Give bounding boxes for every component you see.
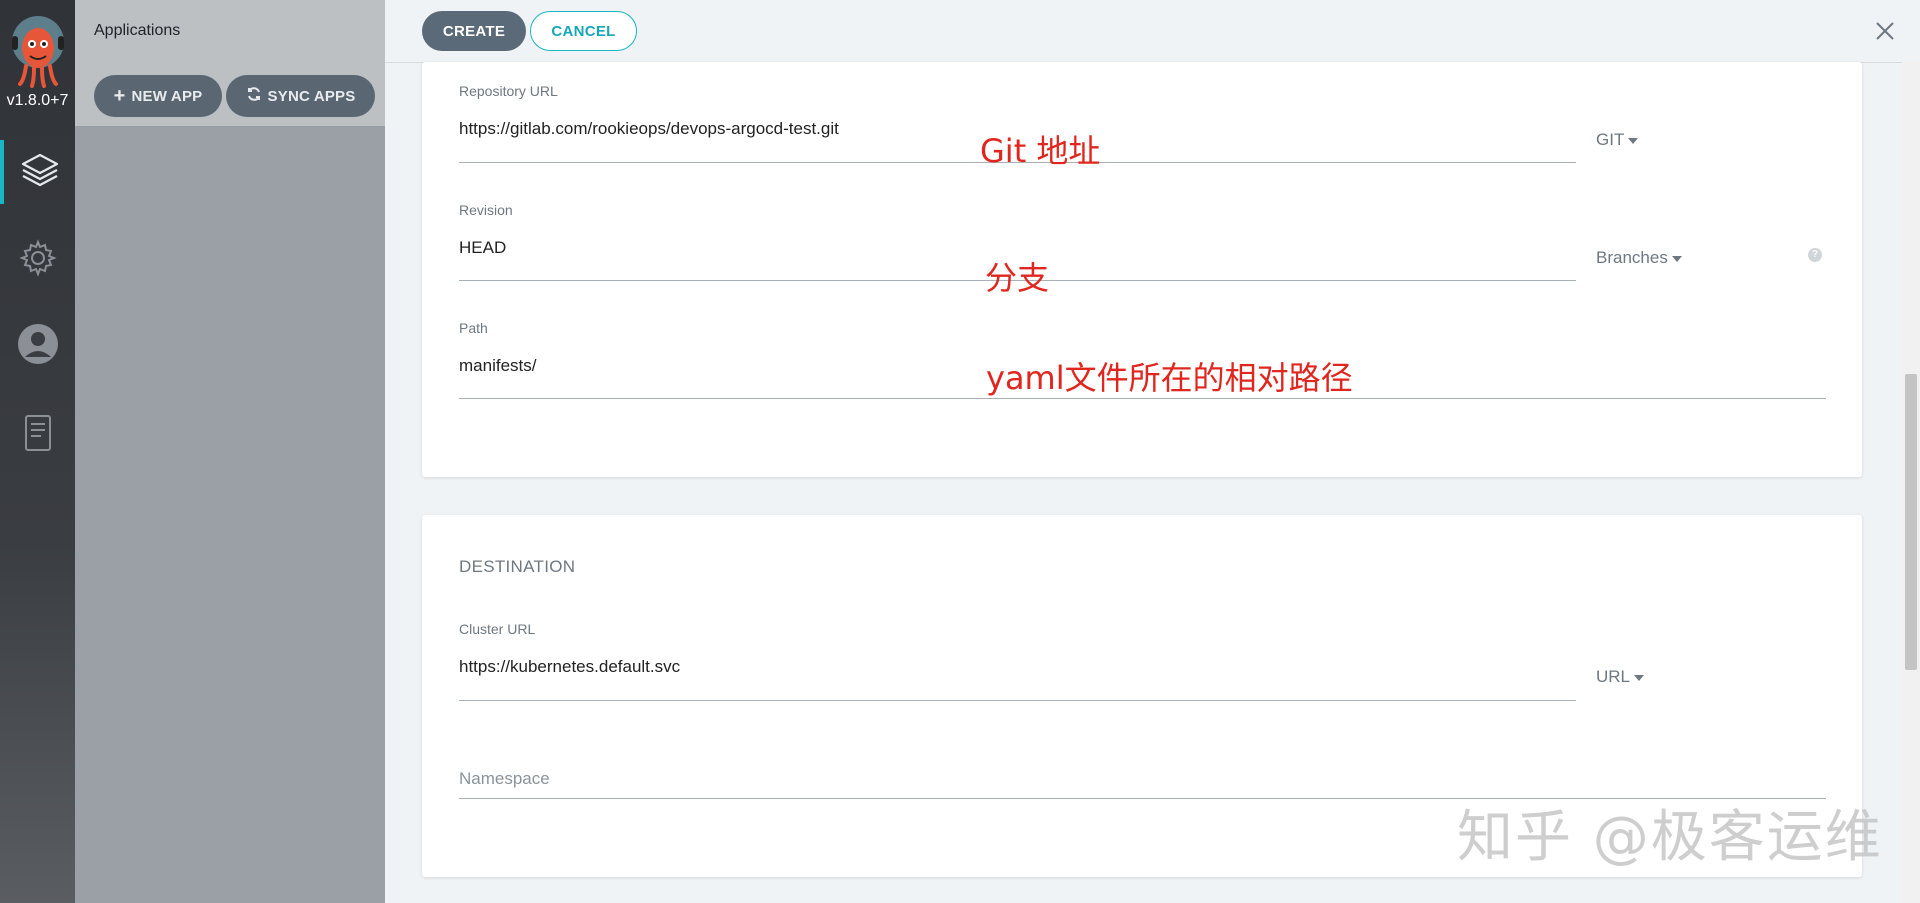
annotation-git-address: Git 地址 xyxy=(980,132,1101,170)
cluster-url-input[interactable]: https://kubernetes.default.svc xyxy=(459,657,680,677)
source-card: Repository URL https://gitlab.com/rookie… xyxy=(422,62,1862,477)
revision-type-dropdown[interactable]: Branches xyxy=(1596,248,1682,268)
plus-icon: + xyxy=(113,85,126,107)
annotation-path: yaml文件所在的相对路径 xyxy=(986,359,1353,397)
caret-down-icon xyxy=(1634,675,1645,681)
help-icon[interactable]: ? xyxy=(1808,248,1822,262)
gear-icon xyxy=(18,238,57,282)
version-label: v1.8.0+7 xyxy=(6,92,69,109)
repository-url-label: Repository URL xyxy=(459,83,558,99)
new-app-button[interactable]: + NEW APP xyxy=(94,75,222,117)
cluster-url-label: Cluster URL xyxy=(459,621,536,637)
cancel-button[interactable]: CANCEL xyxy=(530,11,637,51)
argo-logo[interactable] xyxy=(8,12,68,88)
watermark: 知乎 @极客运维 xyxy=(1457,805,1883,870)
nav-item-settings[interactable] xyxy=(0,228,75,292)
nav-item-user-info[interactable] xyxy=(0,314,75,378)
nav-item-docs[interactable] xyxy=(0,403,75,467)
revision-label: Revision xyxy=(459,202,513,218)
sheet-toolbar: CREATE CANCEL xyxy=(385,0,1920,63)
close-icon[interactable] xyxy=(1872,18,1898,44)
left-nav: v1.8.0+7 xyxy=(0,0,75,903)
annotation-branch: 分支 xyxy=(985,259,1050,297)
path-label: Path xyxy=(459,320,488,336)
repo-type-dropdown[interactable]: GIT xyxy=(1596,130,1639,150)
create-app-sheet: CREATE CANCEL Repository URL https://git… xyxy=(385,0,1920,903)
repository-url-input[interactable]: https://gitlab.com/rookieops/devops-argo… xyxy=(459,119,839,139)
refresh-icon xyxy=(246,86,262,106)
cluster-type-dropdown[interactable]: URL xyxy=(1596,667,1645,687)
nav-item-applications[interactable] xyxy=(0,140,75,204)
scrollbar-thumb[interactable] xyxy=(1905,374,1917,670)
revision-input[interactable]: HEAD xyxy=(459,238,506,258)
applications-panel: Applications + NEW APP SYNC APPS xyxy=(75,0,385,903)
path-input[interactable]: manifests/ xyxy=(459,356,536,376)
create-button[interactable]: CREATE xyxy=(422,11,526,51)
caret-down-icon xyxy=(1628,138,1639,144)
scrollbar[interactable] xyxy=(1902,62,1920,903)
destination-title: DESTINATION xyxy=(459,557,576,576)
caret-down-icon xyxy=(1671,256,1682,262)
layers-icon xyxy=(19,149,61,196)
sync-apps-button[interactable]: SYNC APPS xyxy=(226,75,375,117)
book-icon xyxy=(23,414,53,457)
applications-header: Applications + NEW APP SYNC APPS xyxy=(75,0,385,126)
user-icon xyxy=(17,323,59,370)
page-title: Applications xyxy=(94,22,181,39)
cluster-url-underline xyxy=(459,700,1576,701)
namespace-input[interactable]: Namespace xyxy=(459,769,550,789)
